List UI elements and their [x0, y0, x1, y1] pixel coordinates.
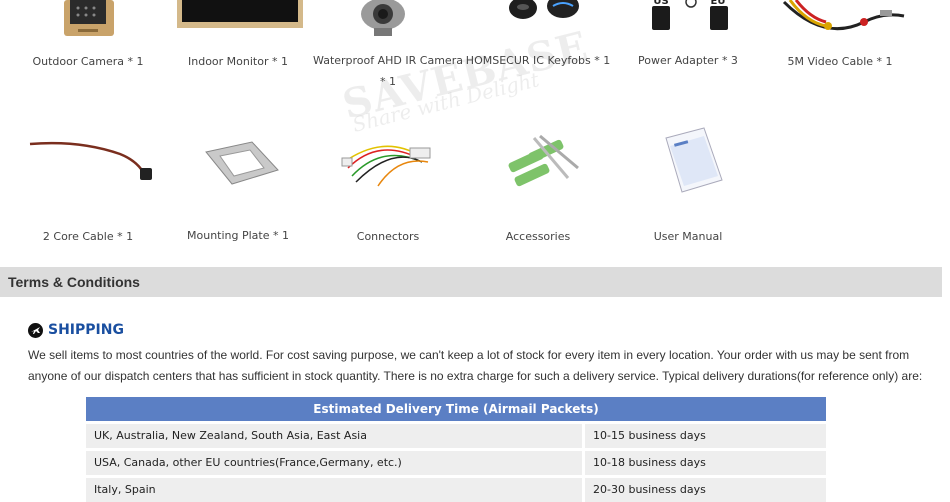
- delivery-time-cell: 10-18 business days: [585, 451, 826, 475]
- item-label-connectors: Connectors: [356, 230, 420, 243]
- ahd-camera-image: [361, 0, 405, 36]
- delivery-time-cell: 20-30 business days: [585, 478, 826, 502]
- item-label-accessories: Accessories: [505, 230, 571, 243]
- item-label-user-manual: User Manual: [653, 230, 723, 243]
- plug-us-label: US: [653, 0, 669, 7]
- mounting-plate-image: [205, 141, 279, 185]
- item-label-mounting-plate: Mounting Plate * 1: [187, 229, 289, 242]
- item-label-ahd-camera-qty: * 1: [380, 75, 396, 88]
- delivery-table-header: Estimated Delivery Time (Airmail Packets…: [86, 397, 826, 421]
- two-core-cable-image: [29, 141, 152, 180]
- region-cell: Italy, Spain: [86, 478, 582, 502]
- table-row: Italy, Spain 20-30 business days: [86, 478, 826, 502]
- region-cell: UK, Australia, New Zealand, South Asia, …: [86, 424, 582, 448]
- terms-conditions-bar: Terms & Conditions: [0, 267, 942, 297]
- connectors-image: [341, 145, 431, 187]
- delivery-time-table: Estimated Delivery Time (Airmail Packets…: [86, 397, 826, 502]
- shipping-heading: SHIPPING: [28, 321, 124, 339]
- item-label-video-cable: 5M Video Cable * 1: [787, 55, 893, 68]
- item-label-keyfobs: HOMSECUR IC Keyfobs * 1: [465, 54, 611, 67]
- item-label-power-adapter: Power Adapter * 3: [638, 54, 738, 67]
- outdoor-camera-image: [64, 0, 114, 36]
- shipping-title: SHIPPING: [48, 322, 124, 338]
- terms-conditions-title: Terms & Conditions: [8, 274, 140, 290]
- user-manual-image: [665, 127, 723, 193]
- table-row: UK, Australia, New Zealand, South Asia, …: [86, 424, 826, 448]
- item-label-indoor-monitor: Indoor Monitor * 1: [188, 55, 288, 68]
- video-cable-image: [782, 0, 905, 31]
- plug-eu-label: EU: [710, 0, 726, 7]
- accessories-image: [508, 134, 579, 187]
- shipping-description: We sell items to most countries of the w…: [28, 348, 923, 383]
- item-label-two-core-cable: 2 Core Cable * 1: [42, 230, 134, 243]
- keyfobs-image: [509, 0, 579, 19]
- item-label-outdoor-camera: Outdoor Camera * 1: [32, 55, 144, 68]
- region-cell: USA, Canada, other EU countries(France,G…: [86, 451, 582, 475]
- table-row: USA, Canada, other EU countries(France,G…: [86, 451, 826, 475]
- delivery-time-cell: 10-15 business days: [585, 424, 826, 448]
- indoor-monitor-image: [177, 0, 303, 28]
- item-label-ahd-camera: Waterproof AHD IR Camera: [313, 54, 463, 67]
- airplane-icon: [28, 322, 43, 338]
